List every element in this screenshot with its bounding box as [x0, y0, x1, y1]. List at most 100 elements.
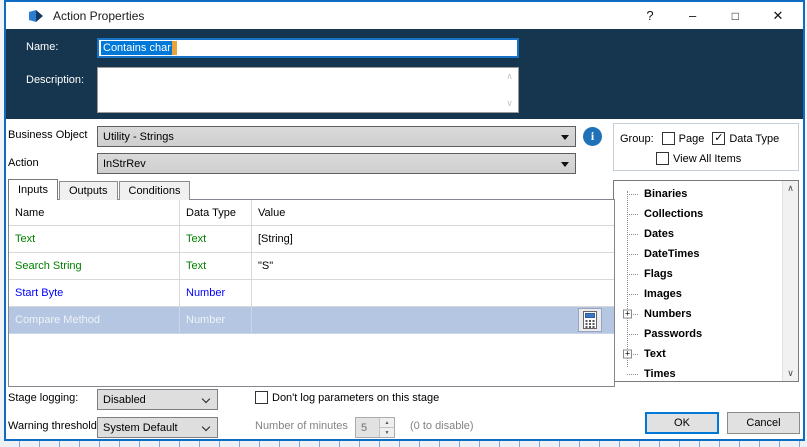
view-all-items-label: View All Items — [673, 152, 742, 165]
table-row[interactable]: Search String Text "S" — [9, 253, 614, 280]
tree-item-binaries[interactable]: Binaries — [614, 184, 781, 204]
scroll-down-icon[interactable]: ∨ — [506, 98, 513, 109]
description-scrollbar[interactable]: ∧ ∨ — [502, 69, 517, 111]
tree-scrollbar[interactable]: ∧ ∨ — [782, 181, 798, 381]
tab-outputs[interactable]: Outputs — [58, 181, 118, 200]
tree-item-datetimes[interactable]: DateTimes — [614, 244, 781, 264]
business-object-dropdown[interactable]: Utility - Strings — [97, 126, 576, 147]
group-options-box: Group: Page ✓ Data Type View All Items — [613, 123, 799, 171]
name-value-selected: Contains char — [101, 41, 172, 55]
tree-item-numbers[interactable]: + Numbers — [614, 304, 781, 324]
column-header-data-type: Data Type — [180, 200, 252, 226]
expand-plus-icon[interactable]: + — [623, 309, 632, 319]
title-bar: Action Properties ? – □ ✕ — [6, 2, 803, 29]
page-checkbox-label: Page — [678, 132, 705, 145]
param-name: Text — [9, 226, 180, 253]
tab-inputs[interactable]: Inputs — [8, 179, 58, 200]
spinner-down-icon[interactable]: ▼ — [380, 428, 394, 437]
column-header-name: Name — [9, 200, 180, 226]
dont-log-checkbox-group: Don't log parameters on this stage — [255, 391, 439, 404]
param-name: Compare Method — [9, 307, 180, 334]
minutes-hint: (0 to disable) — [410, 420, 474, 432]
expand-plus-icon[interactable]: + — [623, 349, 632, 359]
data-type-checkbox-label: Data Type — [729, 132, 780, 145]
business-object-label: Business Object — [8, 129, 88, 141]
spinner-up-icon[interactable]: ▲ — [380, 418, 394, 428]
dont-log-label: Don't log parameters on this stage — [272, 391, 440, 404]
action-stage-icon — [28, 9, 44, 23]
description-input[interactable]: ∧ ∨ — [97, 67, 519, 113]
warning-threshold-value: System Default — [103, 421, 178, 434]
table-row[interactable]: Start Byte Number — [9, 280, 614, 307]
param-data-type: Text — [180, 253, 252, 280]
stage-logging-value: Disabled — [103, 393, 146, 406]
data-items-tree: Binaries Collections Dates DateTimes Fla… — [613, 180, 799, 382]
cancel-button[interactable]: Cancel — [727, 412, 800, 434]
warning-threshold-label: Warning threshold: — [8, 420, 100, 432]
param-data-type: Number — [180, 280, 252, 307]
text-caret — [171, 41, 177, 55]
tree-item-times[interactable]: Times — [614, 364, 781, 384]
param-value[interactable]: "S" — [252, 253, 614, 280]
header-panel: Name: Contains char Description: ∧ ∨ — [6, 29, 803, 119]
tree-item-text[interactable]: + Text — [614, 344, 781, 364]
chevron-down-icon — [201, 422, 211, 432]
param-name: Start Byte — [9, 280, 180, 307]
window-controls: ? – □ ✕ — [635, 2, 793, 29]
maximize-icon[interactable]: □ — [720, 4, 750, 28]
scroll-down-icon[interactable]: ∨ — [787, 368, 794, 379]
action-properties-dialog: Action Properties ? – □ ✕ Name: Contains… — [4, 0, 805, 441]
tree-item-images[interactable]: Images — [614, 284, 781, 304]
business-object-value: Utility - Strings — [103, 130, 174, 143]
page-checkbox[interactable] — [661, 132, 675, 145]
scroll-up-icon[interactable]: ∧ — [787, 183, 794, 194]
column-header-value: Value — [252, 200, 614, 226]
table-row[interactable]: Text Text [String] — [9, 226, 614, 253]
param-value[interactable] — [252, 307, 614, 334]
action-dropdown[interactable]: InStrRev — [97, 153, 576, 174]
action-label: Action — [8, 157, 39, 169]
dropdown-arrow-icon — [561, 135, 569, 140]
number-of-minutes-label: Number of minutes — [255, 420, 348, 432]
close-icon[interactable]: ✕ — [763, 4, 793, 28]
param-data-type: Number — [180, 307, 252, 334]
warning-threshold-dropdown[interactable]: System Default — [97, 417, 218, 438]
chevron-down-icon — [201, 394, 211, 404]
inputs-table: Name Data Type Value Text Text [String] … — [8, 199, 615, 387]
dialog-title: Action Properties — [53, 8, 145, 23]
param-value[interactable]: [String] — [252, 226, 614, 253]
description-label: Description: — [26, 74, 85, 86]
table-row-selected[interactable]: Compare Method Number — [9, 307, 614, 334]
info-icon[interactable]: i — [583, 127, 602, 146]
check-icon: ✓ — [714, 132, 724, 144]
param-name: Search String — [9, 253, 180, 280]
stage-logging-label: Stage logging: — [8, 392, 79, 404]
name-input[interactable]: Contains char — [97, 38, 519, 58]
table-header-row: Name Data Type Value — [9, 200, 614, 226]
parameter-tabs: Inputs Outputs Conditions — [8, 179, 191, 200]
help-icon[interactable]: ? — [635, 4, 665, 28]
tree-item-collections[interactable]: Collections — [614, 204, 781, 224]
minutes-spinner[interactable]: 5 ▲ ▼ — [355, 417, 395, 438]
minutes-value: 5 — [361, 421, 368, 434]
tree-item-dates[interactable]: Dates — [614, 224, 781, 244]
action-value: InStrRev — [103, 157, 146, 170]
view-all-items-checkbox[interactable] — [656, 152, 669, 165]
scroll-up-icon[interactable]: ∧ — [506, 71, 513, 82]
ok-button[interactable]: OK — [645, 412, 719, 434]
minimize-icon[interactable]: – — [678, 4, 708, 28]
spinner-buttons[interactable]: ▲ ▼ — [379, 418, 394, 437]
dropdown-arrow-icon — [561, 162, 569, 167]
tree-item-passwords[interactable]: Passwords — [614, 324, 781, 344]
param-data-type: Text — [180, 226, 252, 253]
tree-item-flags[interactable]: Flags — [614, 264, 781, 284]
group-label: Group: — [620, 132, 654, 145]
dont-log-checkbox[interactable] — [255, 391, 268, 404]
name-label: Name: — [26, 41, 59, 53]
expression-editor-button[interactable] — [578, 308, 602, 332]
tab-conditions[interactable]: Conditions — [118, 181, 191, 200]
stage-logging-dropdown[interactable]: Disabled — [97, 389, 218, 410]
data-type-checkbox[interactable]: ✓ — [712, 132, 726, 145]
param-value[interactable] — [252, 280, 614, 307]
calculator-icon — [583, 311, 597, 329]
